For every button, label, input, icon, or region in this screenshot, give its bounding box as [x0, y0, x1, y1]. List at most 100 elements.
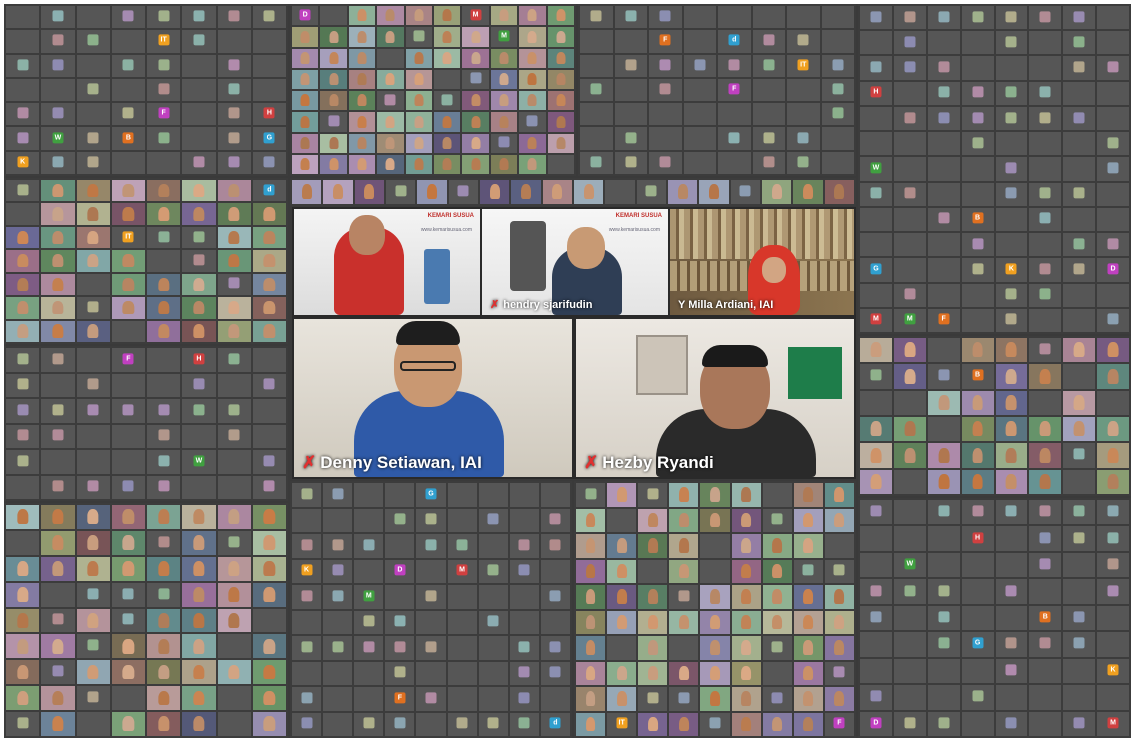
participant-tile[interactable]: [6, 54, 40, 77]
participant-tile[interactable]: [824, 636, 854, 660]
participant-tile[interactable]: [762, 585, 792, 609]
participant-tile[interactable]: [961, 605, 994, 631]
participant-tile[interactable]: [385, 508, 415, 532]
participant-tile[interactable]: [490, 112, 518, 132]
participant-tile[interactable]: [580, 54, 613, 77]
participant-tile[interactable]: [76, 30, 110, 53]
participant-tile[interactable]: [762, 636, 792, 660]
participant-tile[interactable]: [961, 338, 994, 363]
participant-tile[interactable]: [995, 207, 1028, 232]
participant-tile[interactable]: [927, 417, 960, 442]
participant-tile[interactable]: [354, 559, 384, 583]
participant-tile[interactable]: [1063, 658, 1096, 684]
participant-tile[interactable]: F: [824, 712, 854, 736]
participant-tile[interactable]: D: [292, 6, 319, 26]
participant-tile[interactable]: [893, 417, 926, 442]
participant-tile[interactable]: [731, 483, 761, 507]
participant-tile[interactable]: [323, 636, 353, 660]
participant-tile[interactable]: [509, 687, 539, 711]
participant-tile[interactable]: [607, 483, 637, 507]
participant-tile[interactable]: [1029, 6, 1062, 30]
participant-tile[interactable]: [995, 6, 1028, 30]
participant-tile[interactable]: [41, 660, 75, 685]
participant-tile[interactable]: [1029, 81, 1062, 105]
participant-tile[interactable]: [731, 610, 761, 634]
participant-tile[interactable]: [1029, 469, 1062, 494]
participant-tile[interactable]: [961, 56, 994, 80]
participant-tile[interactable]: [893, 579, 926, 604]
speaker-tile-host[interactable]: KEMARI SUSUA www.kemarisusua.com: [294, 209, 480, 315]
participant-tile[interactable]: [111, 320, 145, 342]
participant-tile[interactable]: [217, 226, 251, 249]
participant-tile[interactable]: [41, 373, 75, 397]
participant-tile[interactable]: [76, 399, 110, 423]
participant-tile[interactable]: [147, 686, 181, 711]
participant-tile[interactable]: [821, 54, 854, 77]
participant-tile[interactable]: [76, 250, 110, 272]
participant-tile[interactable]: [447, 610, 477, 634]
participant-tile[interactable]: [348, 91, 376, 111]
participant-tile[interactable]: [1063, 469, 1096, 494]
participant-tile[interactable]: [1097, 685, 1129, 710]
participant-tile[interactable]: [787, 78, 820, 102]
participant-tile[interactable]: [182, 30, 216, 53]
participant-tile[interactable]: [76, 226, 110, 249]
participant-tile[interactable]: [448, 180, 478, 204]
participant-tile[interactable]: [41, 348, 75, 372]
participant-tile[interactable]: [576, 508, 606, 532]
participant-tile[interactable]: [405, 69, 432, 89]
participant-tile[interactable]: [217, 297, 251, 319]
participant-tile[interactable]: [927, 364, 960, 389]
participant-tile[interactable]: [961, 31, 994, 55]
participant-tile[interactable]: [860, 632, 892, 657]
participant-tile[interactable]: [927, 552, 960, 578]
participant-tile[interactable]: [323, 508, 353, 532]
participant-tile[interactable]: [1029, 308, 1062, 332]
participant-tile[interactable]: [995, 283, 1028, 307]
participant-tile[interactable]: [217, 399, 251, 423]
participant-tile[interactable]: [462, 69, 489, 89]
participant-tile[interactable]: [638, 712, 668, 736]
participant-tile[interactable]: [385, 661, 415, 685]
participant-tile[interactable]: [1097, 552, 1129, 578]
participant-tile[interactable]: [669, 610, 699, 634]
participant-tile[interactable]: [182, 475, 216, 499]
participant-tile[interactable]: [217, 54, 251, 77]
participant-tile[interactable]: [1029, 157, 1062, 181]
participant-tile[interactable]: [762, 559, 792, 583]
participant-tile[interactable]: [995, 338, 1028, 363]
participant-tile[interactable]: [961, 500, 994, 525]
participant-tile[interactable]: [961, 308, 994, 332]
participant-tile[interactable]: [348, 133, 376, 153]
participant-tile[interactable]: [1063, 81, 1096, 105]
participant-tile[interactable]: F: [718, 78, 751, 102]
participant-tile[interactable]: [1063, 233, 1096, 257]
participant-tile[interactable]: [1097, 417, 1129, 442]
participant-tile[interactable]: [76, 634, 110, 659]
participant-tile[interactable]: [416, 636, 446, 660]
participant-tile[interactable]: [607, 534, 637, 558]
participant-tile[interactable]: [147, 250, 181, 272]
participant-tile[interactable]: [111, 103, 145, 126]
participant-tile[interactable]: [252, 530, 286, 555]
speaker-tile-denny[interactable]: ✗ Denny Setiawan, IAI: [294, 319, 572, 477]
participant-tile[interactable]: [147, 556, 181, 581]
participant-tile[interactable]: [700, 559, 730, 583]
participant-tile[interactable]: [478, 483, 508, 507]
participant-tile[interactable]: [1029, 658, 1062, 684]
participant-tile[interactable]: [1063, 552, 1096, 578]
participant-tile[interactable]: [433, 112, 461, 132]
participant-tile[interactable]: [147, 127, 181, 150]
participant-tile[interactable]: [1063, 685, 1096, 710]
participant-tile[interactable]: [683, 103, 716, 126]
participant-tile[interactable]: [111, 634, 145, 659]
participant-tile[interactable]: [927, 526, 960, 551]
participant-tile[interactable]: d: [540, 712, 570, 736]
participant-tile[interactable]: [731, 636, 761, 660]
participant-tile[interactable]: [824, 559, 854, 583]
participant-tile[interactable]: [147, 475, 181, 499]
participant-tile[interactable]: [217, 6, 251, 29]
participant-tile[interactable]: [147, 151, 181, 174]
participant-tile[interactable]: [217, 78, 251, 102]
participant-tile[interactable]: [147, 424, 181, 448]
